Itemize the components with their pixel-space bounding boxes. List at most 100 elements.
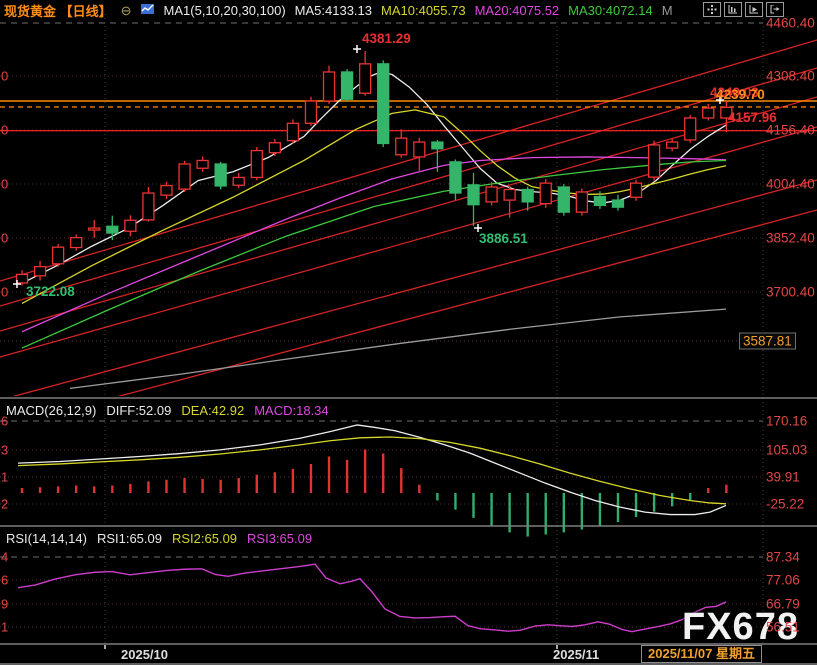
candle-body xyxy=(324,72,335,101)
macd-panel[interactable] xyxy=(18,425,726,537)
month-label-nov: 2025/11 xyxy=(553,647,599,662)
candle-body xyxy=(649,145,660,177)
ma-line xyxy=(18,437,726,504)
candle-body xyxy=(305,101,316,123)
ma10-value: MA10:4055.73 xyxy=(381,3,466,18)
candle-body xyxy=(197,160,208,168)
clipped-axis-label-fragment: 1 xyxy=(1,620,8,635)
candle-body xyxy=(143,193,154,220)
ma-period-label: M xyxy=(662,3,673,18)
month-label-oct: 2025/10 xyxy=(121,647,168,662)
axis-play-icon[interactable] xyxy=(745,2,763,17)
candle-body xyxy=(414,142,425,157)
macd-settings-label: MACD(26,12,9) xyxy=(6,403,96,418)
candle-body xyxy=(522,189,533,201)
clipped-axis-label-fragment: 0 xyxy=(1,123,8,138)
clipped-axis-label-fragment: 0 xyxy=(1,69,8,84)
candle-body xyxy=(468,185,479,205)
candle-body xyxy=(125,220,136,231)
candle-body xyxy=(360,64,371,93)
clipped-axis-label-fragment: 9 xyxy=(1,597,8,612)
clipped-axis-label-fragment: 0 xyxy=(1,177,8,192)
y-axis-label: 66.79 xyxy=(766,597,800,612)
trend-line xyxy=(0,210,817,428)
instrument-title: 现货黄金 【日线】 xyxy=(4,1,112,20)
ma20-value: MA20:4075.52 xyxy=(475,3,560,18)
candlestick-chart-icon xyxy=(141,3,155,18)
rsi1-value: RSI1:65.09 xyxy=(97,531,162,546)
rsi-header: RSI(14,14,14) RSI1:65.09 RSI2:65.09 RSI3… xyxy=(6,531,312,546)
candle-body xyxy=(251,151,262,178)
start-low-label: 3722.08 xyxy=(26,284,75,299)
candle-body xyxy=(576,192,587,212)
rsi2-value: RSI2:65.09 xyxy=(172,531,237,546)
candle-body xyxy=(378,64,389,144)
macd-header: MACD(26,12,9) DIFF:52.09 DEA:42.92 MACD:… xyxy=(6,403,329,418)
ma-line xyxy=(22,160,726,348)
y-axis-label: 56.51 xyxy=(766,620,800,635)
candle-body xyxy=(89,228,100,230)
macd-dea-value: DEA:42.92 xyxy=(181,403,244,418)
candle-body xyxy=(667,142,678,148)
candle-body xyxy=(53,247,64,264)
current-price-tag: 4239.70 xyxy=(716,87,765,102)
clipped-axis-label-fragment: 2 xyxy=(1,497,8,512)
rsi-settings-label: RSI(14,14,14) xyxy=(6,531,87,546)
ma-line xyxy=(22,157,726,332)
rsi-panel[interactable] xyxy=(18,564,726,631)
candle-body xyxy=(17,274,28,282)
rsi3-value: RSI3:65.09 xyxy=(247,531,312,546)
candle-body xyxy=(540,183,551,204)
chart-plot-area[interactable] xyxy=(0,0,817,665)
ma30-value: MA30:4072.14 xyxy=(568,3,653,18)
y-axis-label: 4460.40 xyxy=(766,16,815,31)
macd-macd-value: MACD:18.34 xyxy=(254,403,328,418)
ma-line xyxy=(70,309,726,388)
ma-settings-label: MA1(5,10,20,30,100) xyxy=(164,3,286,18)
trading-chart-window: 现货黄金 【日线】 ⊖ MA1(5,10,20,30,100) MA5:4133… xyxy=(0,0,817,665)
macd-diff-value: DIFF:52.09 xyxy=(106,403,171,418)
candle-body xyxy=(396,138,407,155)
candle-body xyxy=(631,183,642,197)
candle-body xyxy=(35,267,46,276)
clipped-axis-label-fragment: 4 xyxy=(1,550,8,565)
candle-body xyxy=(685,118,696,140)
axis-indicator-icon[interactable] xyxy=(724,2,742,17)
candle-body xyxy=(486,187,497,202)
ma5-value: MA5:4133.13 xyxy=(295,3,372,18)
candle-body xyxy=(161,186,172,196)
clipped-axis-label-fragment: 0 xyxy=(1,231,8,246)
candle-body xyxy=(450,162,461,193)
y-axis-label: 87.34 xyxy=(766,550,800,565)
ma-line xyxy=(18,425,726,515)
collapse-icon[interactable]: ⊖ xyxy=(121,3,132,19)
main-panel[interactable] xyxy=(0,40,817,428)
candle-body xyxy=(107,226,118,233)
candle-body xyxy=(179,164,190,189)
y-axis-label: 4004.40 xyxy=(766,177,815,192)
y-axis-label: 3700.40 xyxy=(766,285,815,300)
candle-body xyxy=(287,123,298,140)
clipped-axis-label-fragment: 1 xyxy=(1,470,8,485)
candle-body xyxy=(71,238,82,248)
candle-body xyxy=(504,189,515,200)
ma-line xyxy=(18,564,726,631)
candle-body xyxy=(432,142,443,149)
candle-body xyxy=(215,164,226,186)
swing-low-label: 3886.51 xyxy=(479,231,528,246)
clipped-axis-label-fragment: 0 xyxy=(1,285,8,300)
y-axis-label: 77.06 xyxy=(766,573,800,588)
y-axis-label: -25.22 xyxy=(766,497,804,512)
candle-body xyxy=(703,108,714,118)
clipped-axis-label-fragment: 6 xyxy=(1,414,8,429)
move-crosshair-icon[interactable] xyxy=(703,2,721,17)
y-axis-label: 170.16 xyxy=(766,414,807,429)
swing-high-label: 4381.29 xyxy=(362,31,411,46)
y-axis-label: 4156.40 xyxy=(766,123,815,138)
y-axis-label: 105.03 xyxy=(766,443,807,458)
candle-body xyxy=(342,72,353,99)
trend-line xyxy=(0,68,817,306)
candle-body xyxy=(558,187,569,212)
candle-body xyxy=(594,197,605,206)
chart-header: 现货黄金 【日线】 ⊖ MA1(5,10,20,30,100) MA5:4133… xyxy=(4,2,673,19)
